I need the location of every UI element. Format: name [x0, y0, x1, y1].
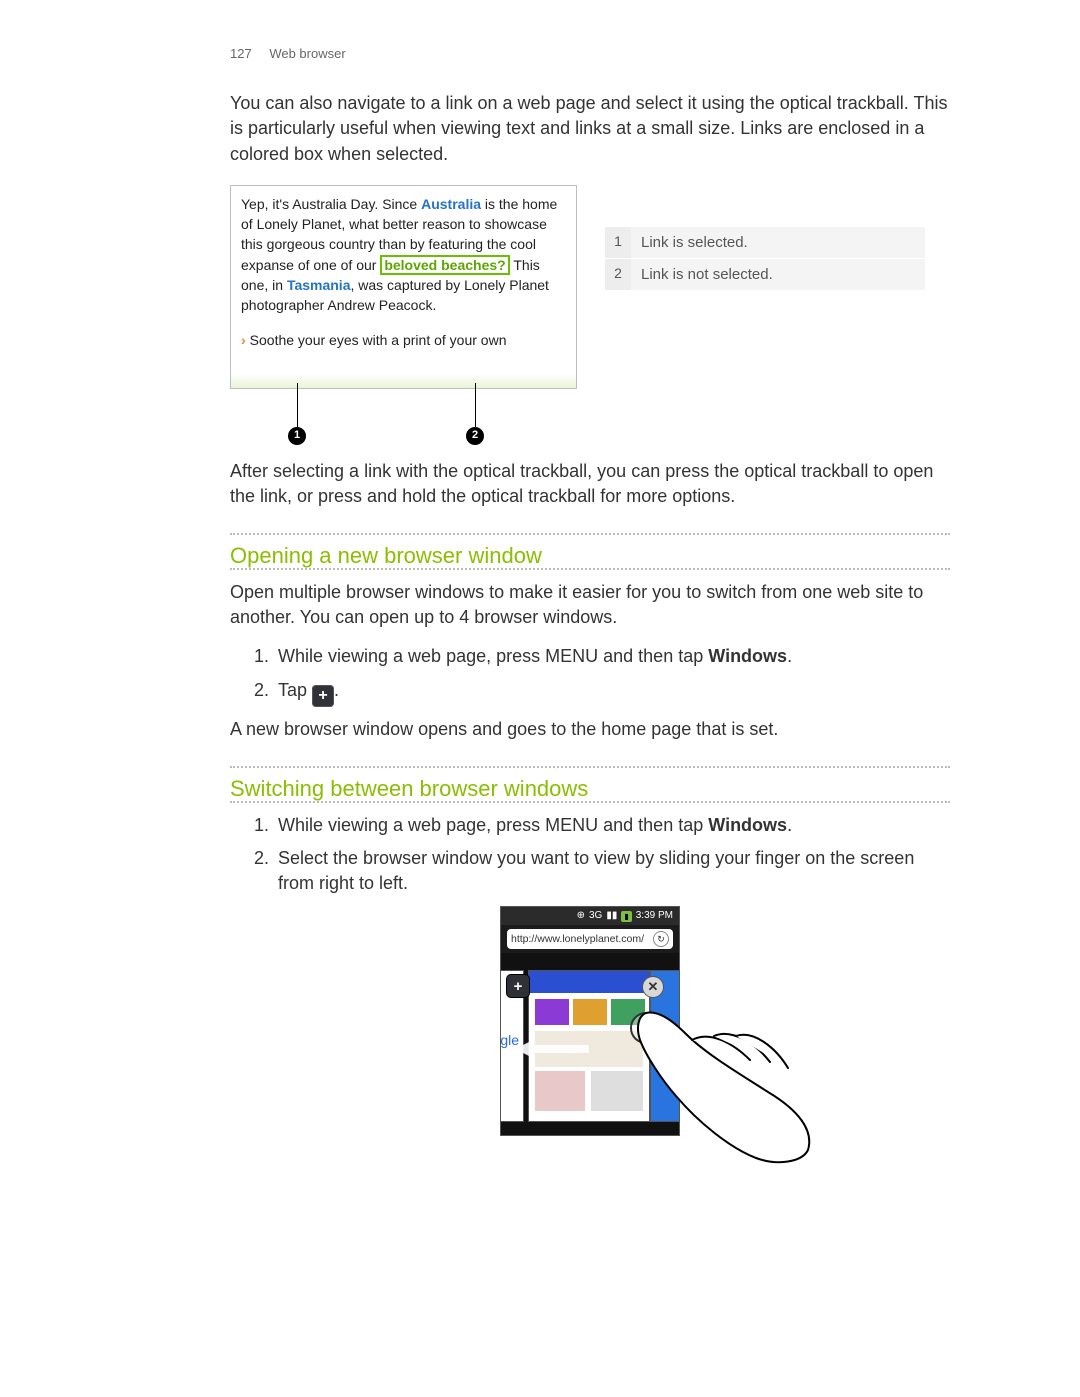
figure-2: ⊕ 3G ▮▮ ▮ 3:39 PM http://www.lonelyplane…: [230, 906, 950, 1136]
refresh-icon: ↻: [653, 931, 669, 947]
intro-paragraph: You can also navigate to a link on a web…: [230, 91, 950, 167]
status-bar: ⊕ 3G ▮▮ ▮ 3:39 PM: [501, 907, 679, 925]
signal-bars-icon: ▮▮: [606, 909, 617, 923]
browser-screenshot-1: Yep, it's Australia Day. Since Australia…: [230, 185, 577, 389]
open-steps: While viewing a web page, press MENU and…: [230, 644, 950, 706]
figure-row-1: Yep, it's Australia Day. Since Australia…: [230, 185, 950, 449]
close-window-button: ✕: [643, 977, 663, 997]
arrow-icon: ›: [241, 332, 250, 348]
swipe-arrow-icon: [515, 1041, 531, 1057]
divider: [230, 766, 950, 768]
legend-num: 2: [605, 259, 631, 290]
callout-marker-1: 1: [288, 427, 306, 445]
legend-row: 1 Link is selected.: [605, 227, 925, 259]
legend-num: 1: [605, 227, 631, 258]
document-page: 127 Web browser You can also navigate to…: [0, 0, 1080, 1196]
url-text: http://www.lonelyplanet.com/: [511, 932, 644, 947]
heading-opening: Opening a new browser window: [230, 541, 950, 572]
page-number: 127: [230, 46, 252, 61]
switch-step-2: Select the browser window you want to vi…: [274, 846, 950, 896]
legend-text: Link is selected.: [631, 227, 925, 258]
clock: 3:39 PM: [636, 909, 673, 923]
selected-link: beloved beaches?: [380, 255, 509, 275]
switch-steps: While viewing a web page, press MENU and…: [230, 813, 950, 897]
section-name: Web browser: [269, 46, 345, 61]
link-tasmania: Tasmania: [287, 277, 351, 293]
callout-marker-2: 2: [466, 427, 484, 445]
legend-table: 1 Link is selected. 2 Link is not select…: [605, 227, 925, 291]
open-step-2: Tap +.: [274, 678, 950, 707]
signal-indicator: 3G: [589, 909, 602, 923]
legend-text: Link is not selected.: [631, 259, 925, 290]
url-bar: http://www.lonelyplanet.com/ ↻: [507, 929, 673, 949]
heading-switching: Switching between browser windows: [230, 774, 950, 805]
window-carousel: gle + ✕: [501, 953, 679, 1135]
open-result: A new browser window opens and goes to t…: [230, 717, 950, 742]
open-step-1: While viewing a web page, press MENU and…: [274, 644, 950, 669]
battery-icon: ▮: [621, 911, 631, 922]
switch-step-1: While viewing a web page, press MENU and…: [274, 813, 950, 838]
divider: [230, 533, 950, 535]
link-australia: Australia: [421, 196, 481, 212]
fade-bar: [231, 374, 576, 388]
phone-screenshot: ⊕ 3G ▮▮ ▮ 3:39 PM http://www.lonelyplane…: [500, 906, 680, 1136]
after-figure-paragraph: After selecting a link with the optical …: [230, 459, 950, 509]
page-header: 127 Web browser: [230, 45, 950, 63]
target-icon: ⊕: [577, 909, 585, 923]
figure-1-column: Yep, it's Australia Day. Since Australia…: [230, 185, 577, 449]
callout-container: 1 2: [230, 389, 557, 449]
add-window-button: +: [507, 975, 529, 997]
legend-row: 2 Link is not selected.: [605, 259, 925, 291]
bullet-caption: Soothe your eyes with a print of your ow…: [250, 332, 507, 348]
open-intro: Open multiple browser windows to make it…: [230, 580, 950, 630]
plus-icon: +: [312, 685, 334, 707]
